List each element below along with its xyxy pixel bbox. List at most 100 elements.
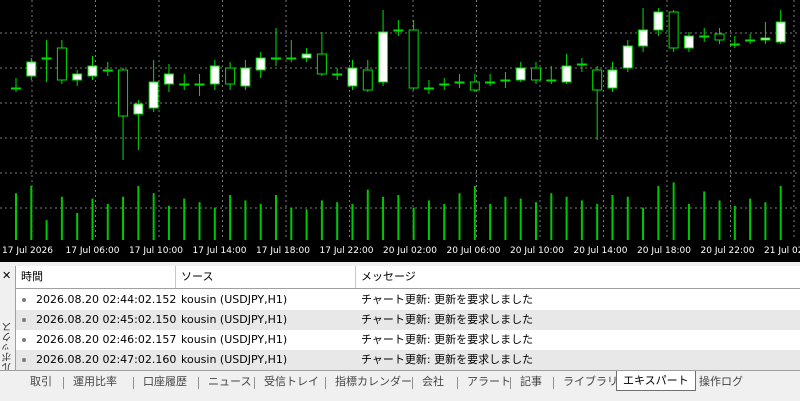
candle-body: [408, 29, 419, 89]
candle-body: [515, 67, 526, 81]
x-axis-tick-label: 20 Jul 06:00: [447, 246, 501, 256]
x-axis-tick-label: 17 Jul 22:00: [320, 246, 374, 256]
candle-body: [56, 47, 67, 81]
tab-experts[interactable]: エキスパート: [616, 371, 696, 391]
log-source: kousin (USDJPY,H1): [181, 313, 288, 326]
candle-body: [316, 53, 327, 75]
candle-body: [561, 65, 572, 83]
tab-library[interactable]: ライブラリ: [563, 373, 618, 391]
tab-articles[interactable]: 記事: [520, 373, 542, 391]
tab-history[interactable]: 口座履歴: [143, 373, 187, 391]
tab-divider: [133, 377, 134, 389]
tab-news[interactable]: ニュース: [208, 373, 251, 391]
candle-body: [271, 57, 281, 60]
experts-log-panel: 時間 ソース メッセージ 2026.08.20 02:44:02.152 kou…: [15, 266, 800, 370]
tab-company[interactable]: 会社: [422, 373, 444, 391]
tab-divider: [457, 377, 458, 389]
candle-body: [714, 33, 725, 41]
log-source: kousin (USDJPY,H1): [181, 293, 288, 306]
candle-body: [607, 69, 618, 89]
log-row[interactable]: 2026.08.20 02:44:02.152 kousin (USDJPY,H…: [16, 290, 800, 310]
candle-body: [454, 81, 465, 84]
candle-body: [26, 61, 37, 77]
x-axis-tick-label: 17 Jul 2026: [2, 246, 53, 256]
candle-body: [194, 83, 205, 86]
candle-body: [745, 39, 756, 42]
tab-divider: [63, 377, 64, 389]
price-chart[interactable]: 17 Jul 2026 17 Jul 06:00 17 Jul 10:00 17 Ju…: [0, 0, 800, 262]
log-row[interactable]: 2026.08.20 02:46:02.157 kousin (USDJPY,H…: [16, 330, 800, 350]
log-row[interactable]: 2026.08.20 02:47:02.160 kousin (USDJPY,H…: [16, 350, 800, 370]
tab-mailbox[interactable]: 受信トレイ: [264, 373, 319, 391]
candle-body: [699, 35, 710, 38]
x-axis-tick-label: 20 Jul 18:00: [637, 246, 691, 256]
log-bullet-icon: [22, 318, 26, 322]
tab-exposure[interactable]: 運用比率: [73, 373, 117, 391]
candle-body: [638, 29, 649, 47]
candle-body: [653, 11, 664, 31]
x-axis-tick-label: 20 Jul 10:00: [510, 246, 564, 256]
tab-divider: [325, 377, 326, 389]
candle-body: [668, 11, 679, 49]
log-time: 2026.08.20 02:44:02.152: [36, 293, 177, 306]
candle-body: [286, 57, 297, 60]
x-axis-tick-label: 17 Jul 14:00: [193, 246, 247, 256]
candle-body: [439, 83, 450, 86]
tab-trade[interactable]: 取引: [30, 373, 52, 391]
x-axis-tick-label: 17 Jul 06:00: [66, 246, 120, 256]
candle-body: [179, 83, 190, 86]
candle-body: [500, 79, 511, 82]
candle-body: [347, 67, 358, 87]
x-axis-tick-label: 20 Jul 02:00: [383, 246, 437, 256]
toolbox-side-strip: ✕ ツールボックス: [0, 266, 14, 392]
log-time: 2026.08.20 02:47:02.160: [36, 353, 177, 366]
tab-divider: [553, 377, 554, 389]
x-axis-tick-label: 17 Jul 18:00: [256, 246, 310, 256]
candle-body: [546, 79, 557, 82]
candle-body: [72, 73, 83, 81]
candle-body: [41, 57, 52, 60]
x-axis-tick-label: 20 Jul 22:00: [701, 246, 755, 256]
toolbox-terminal: ✕ ツールボックス 時間 ソース メッセージ 2026.08.20 02:44:…: [0, 262, 800, 401]
tab-divider: [198, 377, 199, 389]
candle-body: [332, 73, 343, 76]
candle-body: [469, 81, 480, 91]
candle-body: [775, 21, 786, 43]
candle-body: [423, 87, 434, 90]
log-message: チャート更新: 更新を要求しました: [361, 313, 534, 326]
candle-body: [760, 37, 771, 41]
x-axis-tick-label: 20 Jul 14:00: [574, 246, 628, 256]
log-message: チャート更新: 更新を要求しました: [361, 353, 534, 366]
candle-body: [87, 65, 98, 77]
tab-divider: [254, 377, 255, 389]
column-header-source[interactable]: ソース: [176, 266, 356, 288]
close-icon[interactable]: ✕: [2, 270, 11, 281]
candle-body: [209, 65, 220, 85]
candle-body: [485, 81, 496, 84]
candle-body: [531, 67, 541, 81]
candle-body: [133, 103, 144, 115]
x-axis-tick-label: 21 Jul 02:00: [764, 246, 800, 256]
candle-body: [225, 67, 236, 85]
candle-body: [148, 81, 159, 109]
candle-body: [255, 57, 266, 71]
candle-body: [102, 69, 113, 72]
log-bullet-icon: [22, 358, 26, 362]
tab-calendar[interactable]: 指標カレンダー: [335, 373, 412, 391]
candle-body: [378, 31, 389, 83]
candle-body: [622, 45, 633, 69]
log-row[interactable]: 2026.08.20 02:45:02.150 kousin (USDJPY,H…: [16, 310, 800, 330]
x-axis-tick-label: 17 Jul 10:00: [129, 246, 183, 256]
tab-journal[interactable]: 操作ログ: [699, 373, 743, 391]
tab-alerts[interactable]: アラート: [467, 373, 511, 391]
candle-body: [683, 35, 694, 49]
column-header-time[interactable]: 時間: [16, 266, 176, 288]
log-time: 2026.08.20 02:46:02.157: [36, 333, 177, 346]
column-header-message[interactable]: メッセージ: [356, 266, 800, 288]
terminal-tab-bar: 取引 運用比率 口座履歴 ニュース 受信トレイ 指標カレンダー 会社 アラート …: [0, 370, 800, 401]
candle-body: [301, 53, 312, 59]
chart-canvas[interactable]: 17 Jul 2026 17 Jul 06:00 17 Jul 10:00 17 Ju…: [0, 0, 800, 262]
log-source: kousin (USDJPY,H1): [181, 353, 288, 366]
candle-body: [576, 63, 587, 66]
candle-body: [118, 69, 129, 117]
